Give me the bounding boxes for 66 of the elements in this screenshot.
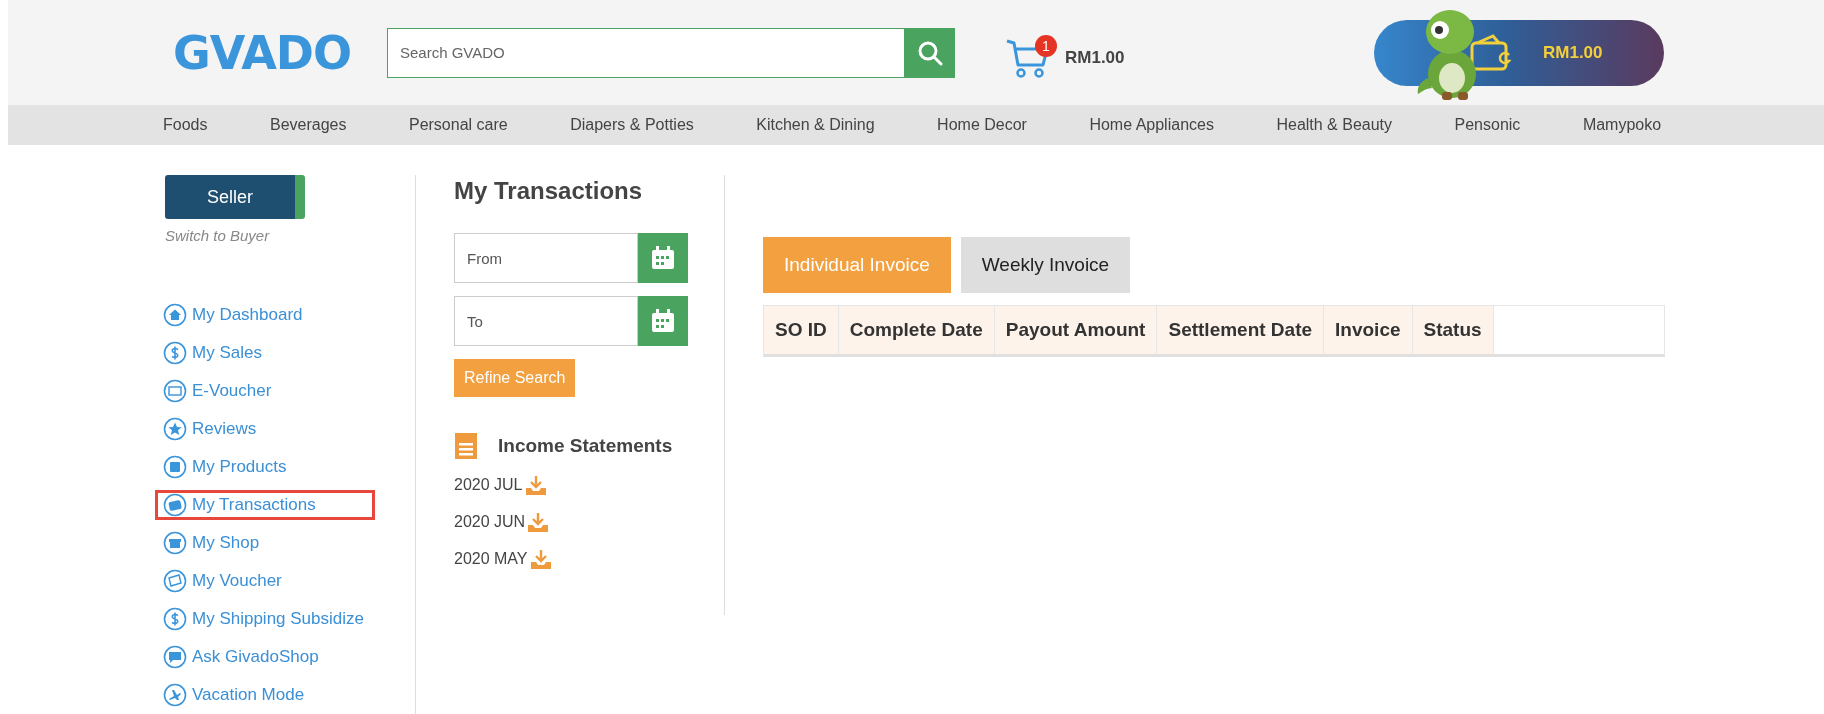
sidebar-item[interactable]: Vacation Mode <box>155 680 375 710</box>
invoice-tab[interactable]: Individual Invoice <box>763 237 951 293</box>
grid-circle-icon <box>163 455 187 479</box>
sidebar-item[interactable]: My Voucher <box>155 566 375 596</box>
to-date-field[interactable]: To <box>454 296 638 346</box>
search-icon <box>917 39 943 66</box>
ticket-circle-icon <box>163 379 187 403</box>
download-icon[interactable] <box>527 511 550 533</box>
star-circle-icon <box>163 417 187 441</box>
home-circle-icon <box>163 303 187 327</box>
category-link[interactable]: Mamypoko <box>1582 116 1662 134</box>
calendar-icon <box>650 245 676 271</box>
wallet-icon <box>1469 32 1513 73</box>
cart-total: RM1.00 <box>1065 47 1125 68</box>
sidebar-item[interactable]: My Shipping Subsidize <box>155 604 375 634</box>
cart-count-badge: 1 <box>1035 34 1057 57</box>
calendar-icon <box>650 308 676 334</box>
sidebar-item[interactable]: Ask GivadoShop <box>155 642 375 672</box>
column-header: Settlement Date <box>1157 306 1325 354</box>
from-date-field[interactable]: From <box>454 233 638 283</box>
sidebar-item[interactable]: My Shop <box>155 528 375 558</box>
column-header: Invoice <box>1324 306 1413 354</box>
category-link[interactable]: Home Appliances <box>1089 116 1214 134</box>
sidebar-item[interactable]: E-Voucher <box>155 376 375 406</box>
download-icon[interactable] <box>524 474 547 496</box>
sidebar-item[interactable]: My Products <box>155 452 375 482</box>
column-header: Complete Date <box>838 306 995 354</box>
chat-circle-icon <box>163 645 187 669</box>
search-field[interactable]: Search GVADO <box>387 27 905 78</box>
statement-month: 2020 MAY <box>454 550 528 568</box>
category-link[interactable]: Pensonic <box>1454 116 1521 134</box>
switch-to-buyer-link[interactable]: Switch to Buyer <box>165 227 270 244</box>
sidebar-item[interactable]: My Sales <box>155 338 375 368</box>
category-link[interactable]: Health & Beauty <box>1276 116 1393 134</box>
money-circle-icon <box>163 341 187 365</box>
statement-month: 2020 JUN <box>454 513 526 531</box>
column-header: Status <box>1412 306 1494 354</box>
wallet-circle-icon <box>163 493 187 517</box>
category-link[interactable]: Diapers & Potties <box>570 116 694 134</box>
notepad-icon <box>454 433 478 459</box>
shop-circle-icon <box>163 531 187 555</box>
sidebar-item[interactable]: Reviews <box>155 414 375 444</box>
logo[interactable]: GVADO <box>173 25 387 80</box>
category-link[interactable]: Kitchen & Dining <box>756 116 875 134</box>
seller-mode-button[interactable]: Seller <box>165 175 305 219</box>
refine-search-button[interactable]: Refine Search <box>454 359 576 397</box>
sidebar-item[interactable]: My Transactions <box>155 490 375 520</box>
column-header: SO ID <box>764 306 839 354</box>
sidebar-item[interactable]: My Dashboard <box>155 300 375 330</box>
calendar-button[interactable] <box>638 233 688 283</box>
download-icon[interactable] <box>529 548 552 570</box>
plane-circle-icon <box>163 683 187 707</box>
search-button[interactable] <box>905 27 955 78</box>
category-link[interactable]: Foods <box>163 116 208 134</box>
column-header: Payout Amount <box>994 306 1158 354</box>
category-link[interactable]: Beverages <box>269 116 347 134</box>
calendar-button[interactable] <box>638 296 688 346</box>
category-link[interactable]: Home Decor <box>937 116 1027 134</box>
wallet-balance: RM1.00 <box>1543 42 1603 63</box>
income-statements-heading: Income Statements <box>498 435 673 457</box>
category-link[interactable]: Personal care <box>408 116 508 134</box>
invoice-tab[interactable]: Weekly Invoice <box>960 237 1131 293</box>
page-title: My Transactions <box>454 177 644 205</box>
money-circle-icon <box>163 607 187 631</box>
statement-month: 2020 JUL <box>454 476 523 494</box>
percent-circle-icon <box>163 569 187 593</box>
